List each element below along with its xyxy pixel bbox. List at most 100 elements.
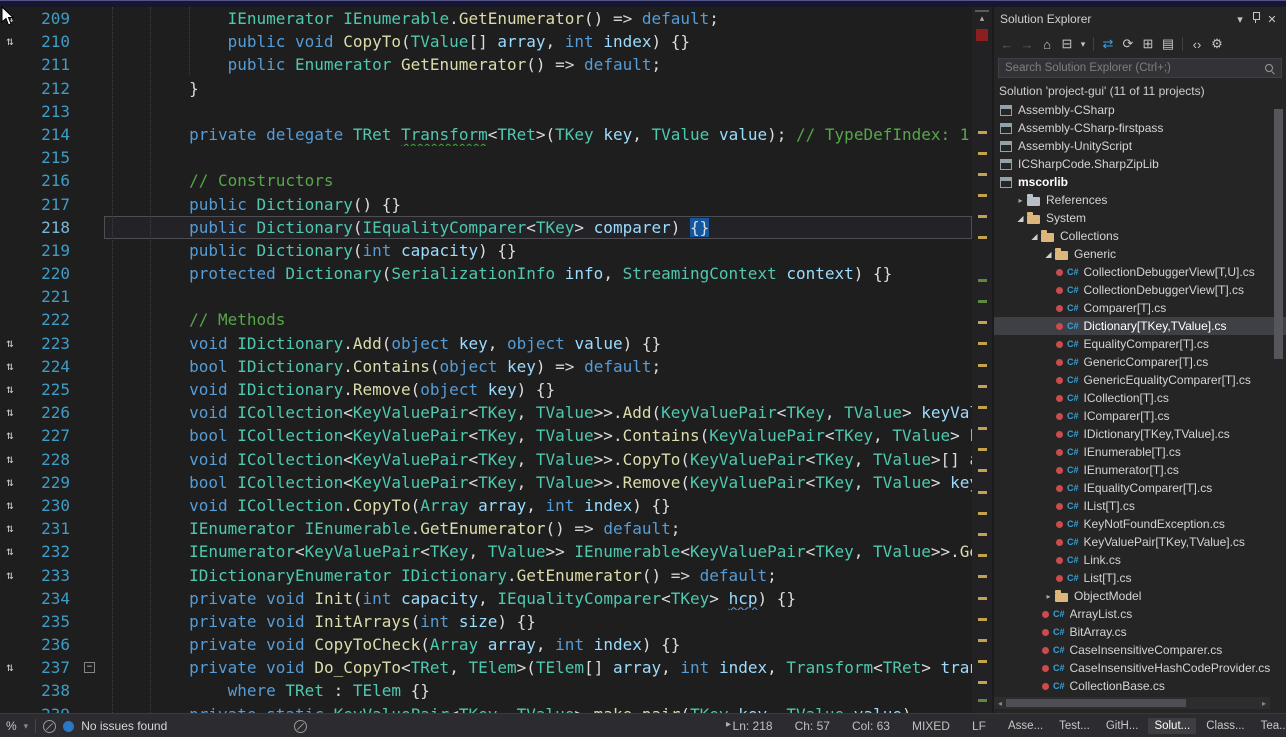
- code-line[interactable]: ⇅228 void ICollection<KeyValuePair<TKey,…: [0, 448, 972, 471]
- code-text[interactable]: public Dictionary() {}: [104, 193, 972, 216]
- panel-tab[interactable]: GitH...: [1100, 718, 1145, 734]
- issues-filter-icon[interactable]: [43, 720, 56, 733]
- code-line[interactable]: ⇅210 public void CopyTo(TValue[] array, …: [0, 30, 972, 53]
- tree-item[interactable]: C#CollectionDebuggerView[T].cs: [998, 281, 1286, 299]
- code-text[interactable]: IEnumerator<KeyValuePair<TKey, TValue>> …: [104, 540, 972, 563]
- search-input[interactable]: Search Solution Explorer (Ctrl+;): [998, 58, 1282, 78]
- encoding-indicator[interactable]: MIXED: [912, 719, 950, 733]
- zoom-dropdown-icon[interactable]: ▾: [24, 721, 29, 732]
- tree-item[interactable]: C#BitArray.cs: [998, 623, 1286, 641]
- code-line[interactable]: 212 }: [0, 77, 972, 100]
- code-line[interactable]: 239 private static KeyValuePair<TKey, TV…: [0, 703, 972, 713]
- tree-item[interactable]: C#IEnumerator[T].cs: [998, 461, 1286, 479]
- hscroll-right-icon[interactable]: ▸: [1258, 699, 1270, 708]
- code-line[interactable]: ⇅224 bool IDictionary.Contains(object ke…: [0, 355, 972, 378]
- code-text[interactable]: public Enumerator GetEnumerator() => def…: [104, 53, 972, 76]
- fold-collapse-box[interactable]: −: [76, 656, 104, 679]
- tree-item[interactable]: C#CollectionBase.cs: [998, 677, 1286, 695]
- tree-item[interactable]: C#List[T].cs: [998, 569, 1286, 587]
- tree-item[interactable]: ◢Generic: [998, 245, 1286, 263]
- code-line[interactable]: 219 public Dictionary(int capacity) {}: [0, 239, 972, 262]
- tree-item[interactable]: C#ICollection[T].cs: [998, 389, 1286, 407]
- refresh-icon[interactable]: ⟳: [1119, 36, 1137, 52]
- code-text[interactable]: void IDictionary.Add(object key, object …: [104, 332, 972, 355]
- tree-item[interactable]: ICSharpCode.SharpZipLib: [998, 155, 1286, 173]
- implements-icon[interactable]: ⇅: [0, 564, 20, 587]
- code-text[interactable]: public Dictionary(IEqualityComparer<TKey…: [104, 216, 972, 239]
- tree-item[interactable]: C#IComparer[T].cs: [998, 407, 1286, 425]
- tree-item[interactable]: Assembly-CSharp-firstpass: [998, 119, 1286, 137]
- code-text[interactable]: where TRet : TElem {}: [104, 679, 972, 702]
- code-text[interactable]: IEnumerator IEnumerable.GetEnumerator() …: [104, 517, 972, 540]
- code-text[interactable]: IDictionaryEnumerator IDictionary.GetEnu…: [104, 564, 972, 587]
- tree-item[interactable]: C#GenericComparer[T].cs: [998, 353, 1286, 371]
- code-line[interactable]: 217 public Dictionary() {}: [0, 193, 972, 216]
- code-text[interactable]: // Constructors: [104, 169, 972, 192]
- code-text[interactable]: public Dictionary(int capacity) {}: [104, 239, 972, 262]
- code-line[interactable]: ⇅231 IEnumerator IEnumerable.GetEnumerat…: [0, 517, 972, 540]
- tree-item[interactable]: Assembly-UnityScript: [998, 137, 1286, 155]
- tree-item[interactable]: C#EqualityComparer[T].cs: [998, 335, 1286, 353]
- forward-icon[interactable]: →: [1018, 37, 1036, 52]
- code-line[interactable]: 213: [0, 100, 972, 123]
- tree-item[interactable]: C#CollectionDebuggerView[T,U].cs: [998, 263, 1286, 281]
- issues-status-text[interactable]: No issues found: [81, 719, 167, 733]
- column-indicator[interactable]: Col: 63: [852, 719, 890, 733]
- tree-item[interactable]: C#IDictionary[TKey,TValue].cs: [998, 425, 1286, 443]
- implements-icon[interactable]: ⇅: [0, 540, 20, 563]
- code-text[interactable]: [104, 285, 972, 308]
- code-line[interactable]: 220 protected Dictionary(SerializationIn…: [0, 262, 972, 285]
- code-line[interactable]: 238 where TRet : TElem {}: [0, 679, 972, 702]
- tree-item[interactable]: C#KeyValuePair[TKey,TValue].cs: [998, 533, 1286, 551]
- code-text[interactable]: bool ICollection<KeyValuePair<TKey, TVal…: [104, 424, 972, 447]
- home-icon[interactable]: ⌂: [1038, 37, 1056, 52]
- implements-icon[interactable]: ⇅: [0, 30, 20, 53]
- code-line[interactable]: 214 private delegate TRet Transform<TRet…: [0, 123, 972, 146]
- code-lines-host[interactable]: ⇅209 IEnumerator IEnumerable.GetEnumerat…: [0, 7, 972, 713]
- tree-vertical-scrollbar[interactable]: [1273, 103, 1284, 695]
- zoom-control[interactable]: %: [6, 719, 17, 733]
- solution-tree[interactable]: Assembly-CSharpAssembly-CSharp-firstpass…: [994, 101, 1286, 713]
- nested-file-view-icon[interactable]: ⊞: [1139, 36, 1157, 52]
- tree-item[interactable]: C#IEnumerable[T].cs: [998, 443, 1286, 461]
- collapse-all-dropdown-icon[interactable]: ▾: [1078, 39, 1088, 50]
- implements-icon[interactable]: ⇅: [0, 517, 20, 540]
- code-line[interactable]: ⇅229 bool ICollection<KeyValuePair<TKey,…: [0, 471, 972, 494]
- implements-icon[interactable]: ⇅: [0, 355, 20, 378]
- code-text[interactable]: IEnumerator IEnumerable.GetEnumerator() …: [104, 7, 972, 30]
- tree-item[interactable]: C#Link.cs: [998, 551, 1286, 569]
- code-line[interactable]: ⇅227 bool ICollection<KeyValuePair<TKey,…: [0, 424, 972, 447]
- chevron-expanded-icon[interactable]: ◢: [1014, 214, 1027, 223]
- code-line[interactable]: 236 private void CopyToCheck(Array array…: [0, 633, 972, 656]
- chevron-expanded-icon[interactable]: ◢: [1028, 232, 1041, 241]
- code-line[interactable]: ⇅230 void ICollection.CopyTo(Array array…: [0, 494, 972, 517]
- code-text[interactable]: void ICollection.CopyTo(Array array, int…: [104, 494, 972, 517]
- code-text[interactable]: private static KeyValuePair<TKey, TValue…: [104, 703, 972, 713]
- collapse-all-icon[interactable]: ⊟: [1058, 36, 1076, 52]
- code-line[interactable]: ⇅232 IEnumerator<KeyValuePair<TKey, TVal…: [0, 540, 972, 563]
- code-line[interactable]: 218 public Dictionary(IEqualityComparer<…: [0, 216, 972, 239]
- back-icon[interactable]: ←: [998, 37, 1016, 52]
- close-icon[interactable]: ✕: [1264, 13, 1280, 26]
- implements-icon[interactable]: ⇅: [0, 656, 20, 679]
- line-indicator[interactable]: Ln: 218: [733, 719, 773, 733]
- tree-item[interactable]: C#KeyNotFoundException.cs: [998, 515, 1286, 533]
- collapse-icon[interactable]: −: [84, 662, 95, 673]
- pin-icon[interactable]: [1248, 11, 1264, 27]
- solution-explorer-titlebar[interactable]: Solution Explorer ▾ ✕: [994, 7, 1286, 31]
- eol-indicator[interactable]: LF: [972, 719, 986, 733]
- tree-hscroll-thumb[interactable]: [1006, 699, 1186, 707]
- code-line[interactable]: ⇅237− private void Do_CopyTo<TRet, TElem…: [0, 656, 972, 679]
- window-position-chevron-icon[interactable]: ▾: [1232, 13, 1248, 26]
- code-line[interactable]: ⇅226 void ICollection<KeyValuePair<TKey,…: [0, 401, 972, 424]
- code-line[interactable]: ⇅209 IEnumerator IEnumerable.GetEnumerat…: [0, 7, 972, 30]
- solution-root-node[interactable]: Solution 'project-gui' (11 of 11 project…: [994, 81, 1286, 101]
- tree-item[interactable]: ◢System: [998, 209, 1286, 227]
- implements-icon[interactable]: ⇅: [0, 424, 20, 447]
- code-text[interactable]: private void InitArrays(int size) {}: [104, 610, 972, 633]
- code-line[interactable]: 221: [0, 285, 972, 308]
- code-text[interactable]: [104, 146, 972, 169]
- implements-icon[interactable]: ⇅: [0, 471, 20, 494]
- tree-item[interactable]: C#IList[T].cs: [998, 497, 1286, 515]
- tree-item[interactable]: C#CaseInsensitiveComparer.cs: [998, 641, 1286, 659]
